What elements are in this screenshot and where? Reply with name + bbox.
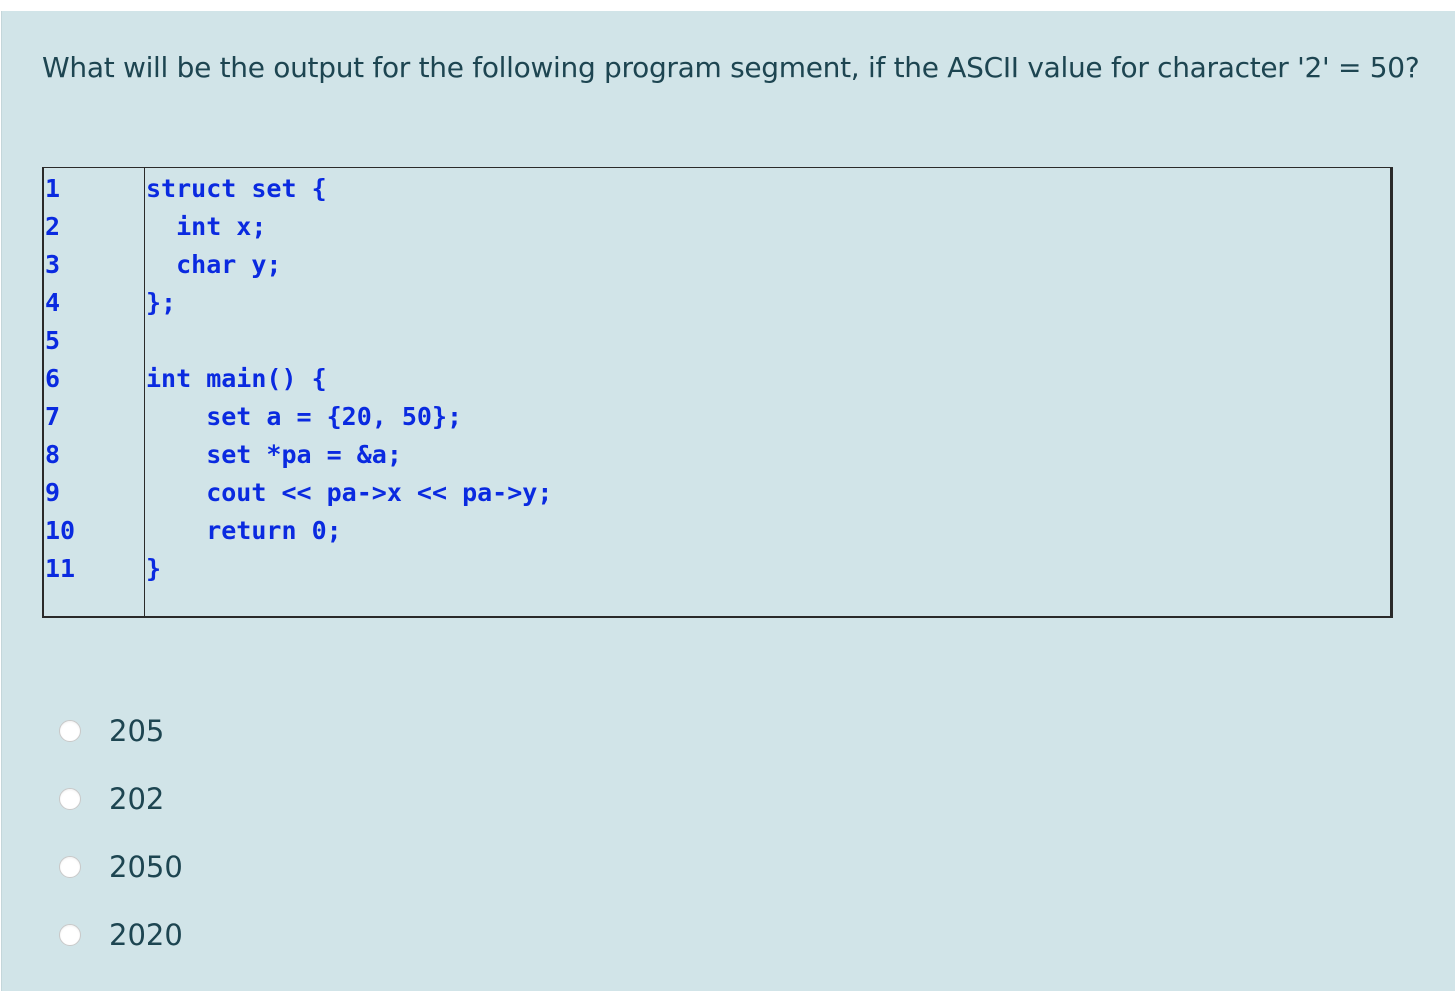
question-text: What will be the output for the followin… <box>42 51 1420 84</box>
code-line: return 0; <box>146 516 342 545</box>
radio-button[interactable] <box>59 788 81 810</box>
code-line: }; <box>146 288 177 317</box>
line-number: 9 <box>45 478 61 507</box>
answer-option[interactable]: 202 <box>59 779 164 819</box>
line-number: 2 <box>45 212 61 241</box>
line-number: 11 <box>45 554 76 583</box>
answer-option[interactable]: 205 <box>59 711 164 751</box>
radio-button[interactable] <box>59 856 81 878</box>
line-number: 8 <box>45 440 61 469</box>
line-number: 1 <box>45 174 61 203</box>
answer-option-label[interactable]: 2020 <box>109 918 183 952</box>
code-block: 1 struct set { 2 int x; 3 char y; 4}; 5 6 int m… <box>42 167 1393 618</box>
answer-option-label[interactable]: 205 <box>109 714 164 748</box>
answer-option[interactable]: 2020 <box>59 915 183 955</box>
line-number: 7 <box>45 402 61 431</box>
code-line: set *pa = &a; <box>146 440 402 469</box>
code-line: char y; <box>146 250 282 279</box>
code-line: set a = {20, 50}; <box>146 402 463 431</box>
question-panel: What will be the output for the followin… <box>1 11 1455 991</box>
answer-option-label[interactable]: 2050 <box>109 850 183 884</box>
radio-button[interactable] <box>59 924 81 946</box>
code-line: int x; <box>146 212 267 241</box>
line-number: 4 <box>45 288 61 317</box>
code-line: struct set { <box>146 174 327 203</box>
line-number: 6 <box>45 364 61 393</box>
line-number: 5 <box>45 326 61 355</box>
answer-option-label[interactable]: 202 <box>109 782 164 816</box>
line-number: 3 <box>45 250 61 279</box>
line-number: 10 <box>45 516 76 545</box>
code-line: cout << pa->x << pa->y; <box>146 478 553 507</box>
code-line: } <box>146 554 162 583</box>
code-line: int main() { <box>146 364 327 393</box>
answer-option[interactable]: 2050 <box>59 847 183 887</box>
radio-button[interactable] <box>59 720 81 742</box>
